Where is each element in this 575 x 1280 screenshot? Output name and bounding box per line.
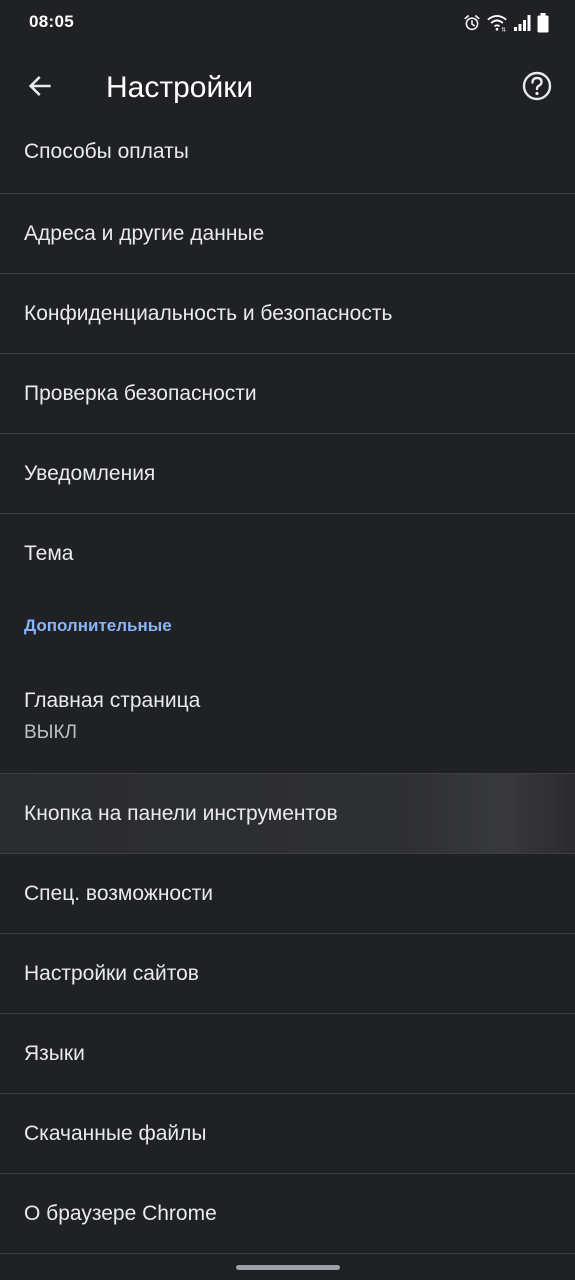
status-bar: 08:05 ⇅	[0, 0, 575, 48]
settings-item-label: Настройки сайтов	[24, 962, 199, 985]
section-header-label: Дополнительные	[24, 616, 172, 635]
settings-item-payment-methods[interactable]: Способы оплаты	[0, 114, 575, 194]
settings-item-label: Конфиденциальность и безопасность	[24, 302, 393, 325]
settings-item-safety-check[interactable]: Проверка безопасности	[0, 354, 575, 434]
signal-icon	[513, 14, 531, 32]
settings-item-label: Проверка безопасности	[24, 382, 257, 405]
settings-item-toolbar-button[interactable]: Кнопка на панели инструментов	[0, 774, 575, 854]
settings-item-downloads[interactable]: Скачанные файлы	[0, 1094, 575, 1174]
settings-item-label: О браузере Chrome	[24, 1202, 217, 1225]
settings-item-label: Главная страница	[24, 689, 201, 712]
settings-item-label: Способы оплаты	[24, 140, 189, 163]
settings-item-label: Тема	[24, 542, 74, 565]
settings-item-label: Кнопка на панели инструментов	[24, 802, 338, 825]
section-header-advanced: Дополнительные	[0, 593, 575, 671]
help-button[interactable]	[513, 64, 561, 112]
settings-list: Способы оплаты Адреса и другие данные Ко…	[0, 114, 575, 1254]
settings-item-theme[interactable]: Тема	[0, 514, 575, 593]
settings-item-site-settings[interactable]: Настройки сайтов	[0, 934, 575, 1014]
settings-item-privacy[interactable]: Конфиденциальность и безопасность	[0, 274, 575, 354]
settings-item-notifications[interactable]: Уведомления	[0, 434, 575, 514]
settings-item-label: Скачанные файлы	[24, 1122, 207, 1145]
settings-item-label: Спец. возможности	[24, 882, 213, 905]
svg-text:⇅: ⇅	[501, 26, 506, 32]
settings-item-label: Адреса и другие данные	[24, 222, 265, 245]
settings-item-value: ВЫКЛ	[24, 722, 78, 743]
page-title: Настройки	[106, 71, 254, 104]
settings-item-languages[interactable]: Языки	[0, 1014, 575, 1094]
settings-item-label: Уведомления	[24, 462, 156, 485]
wifi-icon: ⇅	[487, 14, 507, 32]
arrow-left-icon	[26, 72, 54, 105]
help-circle-icon	[521, 70, 553, 107]
status-icons: ⇅	[463, 12, 549, 34]
settings-item-label: Языки	[24, 1042, 85, 1065]
back-button[interactable]	[16, 64, 64, 112]
settings-item-addresses[interactable]: Адреса и другие данные	[0, 194, 575, 274]
battery-icon	[537, 13, 549, 33]
status-time: 08:05	[29, 12, 74, 31]
settings-item-about-chrome[interactable]: О браузере Chrome	[0, 1174, 575, 1254]
gesture-nav-handle[interactable]	[236, 1265, 340, 1270]
settings-item-homepage[interactable]: Главная страница ВЫКЛ	[0, 671, 575, 774]
settings-item-accessibility[interactable]: Спец. возможности	[0, 854, 575, 934]
alarm-icon	[463, 14, 481, 32]
